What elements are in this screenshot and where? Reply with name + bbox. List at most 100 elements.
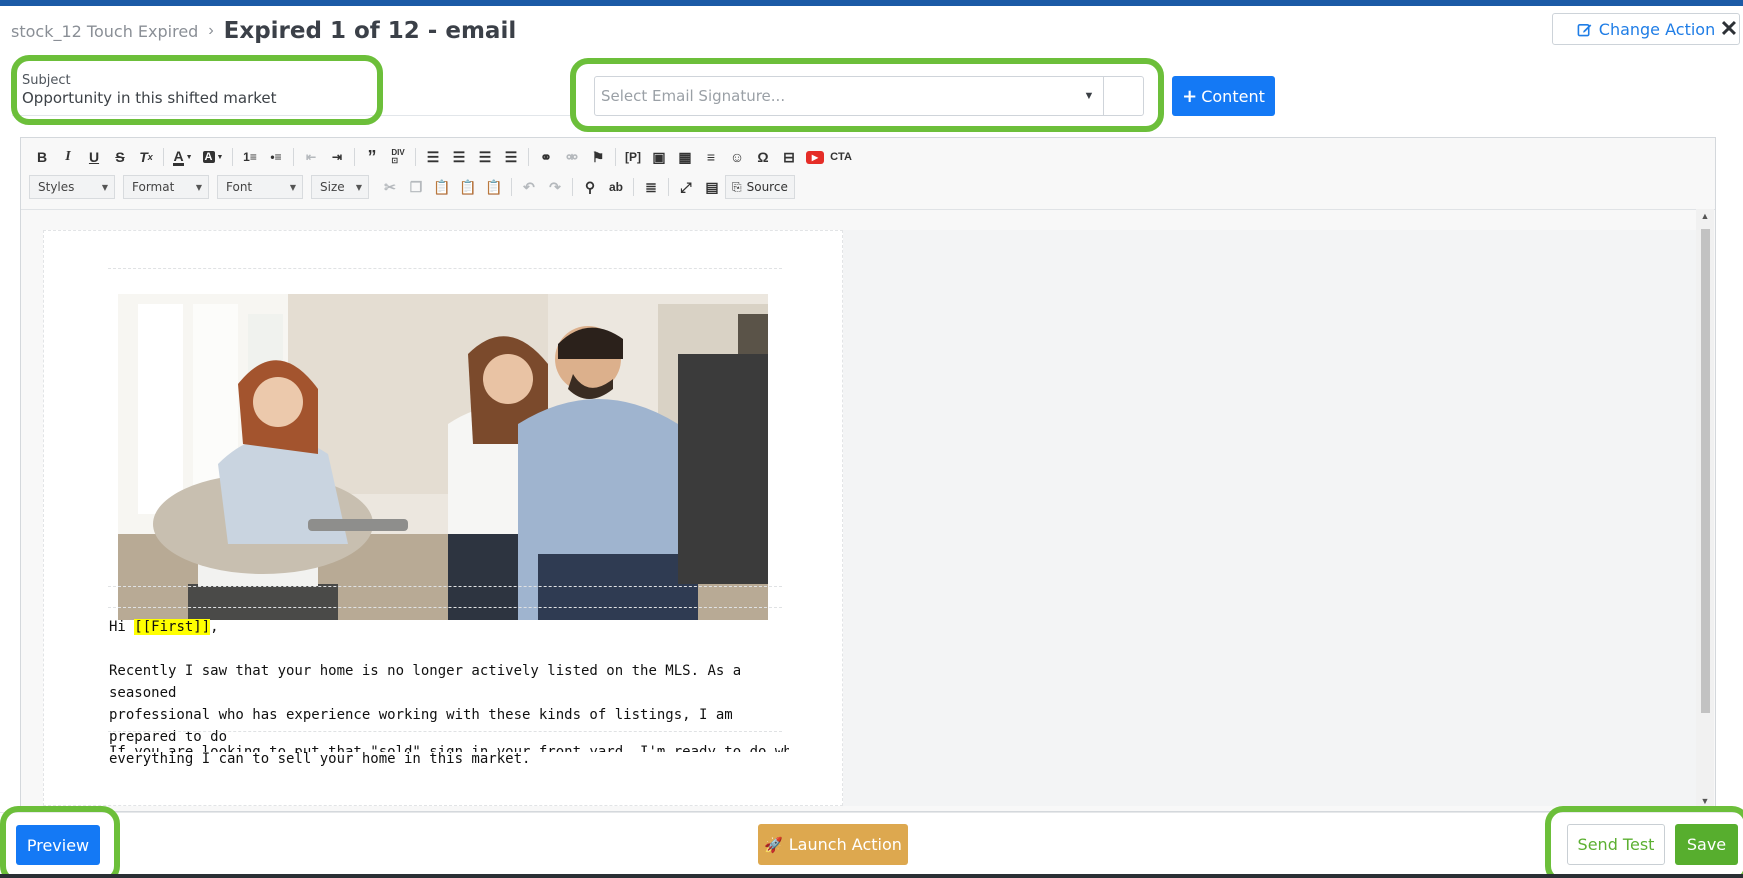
copy-icon[interactable]: ❐ bbox=[403, 175, 429, 199]
subject-label: Subject bbox=[22, 73, 71, 88]
edit-icon bbox=[1577, 23, 1592, 36]
styles-dropdown-label: Styles bbox=[38, 180, 75, 194]
editor-toolbar: B I U S Tx A▼ A▼ 1≡ •≡ ⇤ ⇥ ” DIV⊡ ☰ ☰ bbox=[21, 138, 1715, 210]
format-dropdown-label: Format bbox=[132, 180, 175, 194]
font-dropdown[interactable]: Font ▼ bbox=[217, 175, 303, 199]
email-greeting[interactable]: Hi [[First]], bbox=[109, 616, 789, 638]
decrease-indent-icon[interactable]: ⇤ bbox=[298, 145, 324, 169]
anchor-icon[interactable]: ⚑ bbox=[585, 145, 611, 169]
signature-addon[interactable] bbox=[1103, 77, 1143, 115]
bulleted-list-icon[interactable]: •≡ bbox=[263, 145, 289, 169]
editor-scrollbar[interactable]: ▲ ▼ bbox=[1696, 209, 1714, 810]
remove-format-icon[interactable]: Tx bbox=[133, 145, 159, 169]
email-action-editor: stock_12 Touch Expired › Expired 1 of 12… bbox=[0, 0, 1743, 878]
toolbar-separator bbox=[528, 148, 529, 166]
source-button[interactable]: ⎘ Source bbox=[725, 175, 795, 199]
add-content-label: Content bbox=[1201, 86, 1265, 106]
plus-icon: + bbox=[1182, 85, 1198, 107]
send-test-button[interactable]: Send Test bbox=[1567, 824, 1665, 865]
subject-field[interactable]: Subject Opportunity in this shifted mark… bbox=[22, 73, 372, 117]
launch-action-button[interactable]: 🚀 Launch Action bbox=[758, 824, 908, 865]
replace-icon[interactable]: ab bbox=[603, 175, 629, 199]
chevron-down-icon: ▼ bbox=[355, 182, 362, 192]
chevron-down-icon[interactable]: ▼ bbox=[1075, 90, 1103, 102]
toolbar-separator bbox=[354, 148, 355, 166]
hero-photo-illustration bbox=[118, 294, 768, 620]
subject-underline bbox=[12, 115, 572, 116]
blockquote-icon[interactable]: ” bbox=[359, 145, 385, 169]
justify-icon[interactable]: ☰ bbox=[498, 145, 524, 169]
add-content-button[interactable]: + Content bbox=[1172, 76, 1275, 116]
paste-icon[interactable]: 📋 bbox=[429, 175, 455, 199]
link-icon[interactable]: ⚭ bbox=[533, 145, 559, 169]
image-icon[interactable]: ▣ bbox=[646, 145, 672, 169]
toolbar-separator bbox=[232, 148, 233, 166]
special-char-icon[interactable]: Ω bbox=[750, 145, 776, 169]
paste-word-icon[interactable]: 📋 bbox=[481, 175, 507, 199]
email-page[interactable]: Hi [[First]], Recently I saw that your h… bbox=[43, 230, 843, 806]
save-button[interactable]: Save bbox=[1675, 824, 1738, 865]
format-dropdown[interactable]: Format ▼ bbox=[123, 175, 209, 199]
find-icon[interactable]: ⚲ bbox=[577, 175, 603, 199]
toolbar-row-1: B I U S Tx A▼ A▼ 1≡ •≡ ⇤ ⇥ ” DIV⊡ ☰ ☰ bbox=[29, 144, 854, 170]
italic-icon[interactable]: I bbox=[55, 145, 81, 169]
placeholder-icon[interactable]: [P] bbox=[620, 145, 646, 169]
align-left-icon[interactable]: ☰ bbox=[420, 145, 446, 169]
launch-action-label: Launch Action bbox=[788, 835, 902, 854]
cta-icon[interactable]: CTA bbox=[828, 145, 854, 169]
page-title: Expired 1 of 12 - email bbox=[223, 18, 517, 44]
email-hero-image[interactable] bbox=[118, 294, 768, 620]
greeting-prefix: Hi bbox=[109, 619, 135, 635]
footer-divider bbox=[0, 812, 1743, 813]
youtube-icon[interactable]: ▶ bbox=[802, 145, 828, 169]
source-label: Source bbox=[746, 180, 788, 194]
scrollbar-thumb[interactable] bbox=[1701, 229, 1710, 713]
strikethrough-icon[interactable]: S bbox=[107, 145, 133, 169]
table-icon[interactable]: ▦ bbox=[672, 145, 698, 169]
text-color-icon[interactable]: A ▼ bbox=[168, 145, 198, 169]
background-color-icon[interactable]: A ▼ bbox=[198, 145, 228, 169]
smiley-icon[interactable]: ☺ bbox=[724, 145, 750, 169]
preview-button[interactable]: Preview bbox=[16, 825, 100, 865]
change-action-button[interactable]: Change Action bbox=[1552, 13, 1740, 45]
source-icon: ⎘ bbox=[732, 179, 742, 194]
select-all-icon[interactable]: ≣ bbox=[638, 175, 664, 199]
change-action-label: Change Action bbox=[1598, 19, 1716, 39]
undo-icon[interactable]: ↶ bbox=[516, 175, 542, 199]
unlink-icon[interactable]: ⚮ bbox=[559, 145, 585, 169]
show-blocks-icon[interactable]: ▤ bbox=[699, 175, 725, 199]
email-signature-select[interactable]: Select Email Signature... ▼ bbox=[594, 76, 1144, 116]
breadcrumb[interactable]: stock_12 Touch Expired bbox=[11, 22, 198, 41]
editor-canvas[interactable]: Hi [[First]], Recently I saw that your h… bbox=[43, 230, 1699, 806]
size-dropdown[interactable]: Size ▼ bbox=[311, 175, 369, 199]
maximize-icon[interactable]: ⤢ bbox=[673, 175, 699, 199]
create-div-icon[interactable]: DIV ⊡ bbox=[385, 145, 411, 169]
iframe-icon[interactable]: ⊟ bbox=[776, 145, 802, 169]
toolbar-separator bbox=[633, 178, 634, 196]
block-divider bbox=[108, 607, 782, 608]
rich-text-editor: B I U S Tx A▼ A▼ 1≡ •≡ ⇤ ⇥ ” DIV⊡ ☰ ☰ bbox=[20, 137, 1716, 812]
bold-icon[interactable]: B bbox=[29, 145, 55, 169]
horizontal-line-icon[interactable]: ≡ bbox=[698, 145, 724, 169]
align-right-icon[interactable]: ☰ bbox=[472, 145, 498, 169]
toolbar-separator bbox=[668, 178, 669, 196]
block-divider bbox=[108, 731, 782, 732]
paste-text-icon[interactable]: 📋 bbox=[455, 175, 481, 199]
redo-icon[interactable]: ↷ bbox=[542, 175, 568, 199]
cut-icon[interactable]: ✂ bbox=[377, 175, 403, 199]
scroll-up-icon[interactable]: ▲ bbox=[1699, 211, 1711, 223]
align-center-icon[interactable]: ☰ bbox=[446, 145, 472, 169]
merge-field-first[interactable]: [[First]] bbox=[134, 619, 211, 635]
page-header: stock_12 Touch Expired › Expired 1 of 12… bbox=[11, 18, 516, 44]
styles-dropdown[interactable]: Styles ▼ bbox=[29, 175, 115, 199]
close-icon[interactable]: ✕ bbox=[1718, 16, 1740, 42]
email-paragraph-1[interactable]: Recently I saw that your home is no long… bbox=[109, 660, 789, 770]
email-paragraph-2[interactable]: If you are looking to put that "sold" si… bbox=[109, 738, 789, 752]
block-divider bbox=[108, 268, 782, 269]
toolbar-row-2: Styles ▼ Format ▼ Font ▼ Size ▼ ✂ ❐ 📋 📋 📋 ↶ … bbox=[29, 174, 795, 200]
subject-input[interactable]: Opportunity in this shifted market bbox=[22, 89, 372, 107]
numbered-list-icon[interactable]: 1≡ bbox=[237, 145, 263, 169]
increase-indent-icon[interactable]: ⇥ bbox=[324, 145, 350, 169]
underline-icon[interactable]: U bbox=[81, 145, 107, 169]
scroll-down-icon[interactable]: ▼ bbox=[1699, 796, 1711, 808]
